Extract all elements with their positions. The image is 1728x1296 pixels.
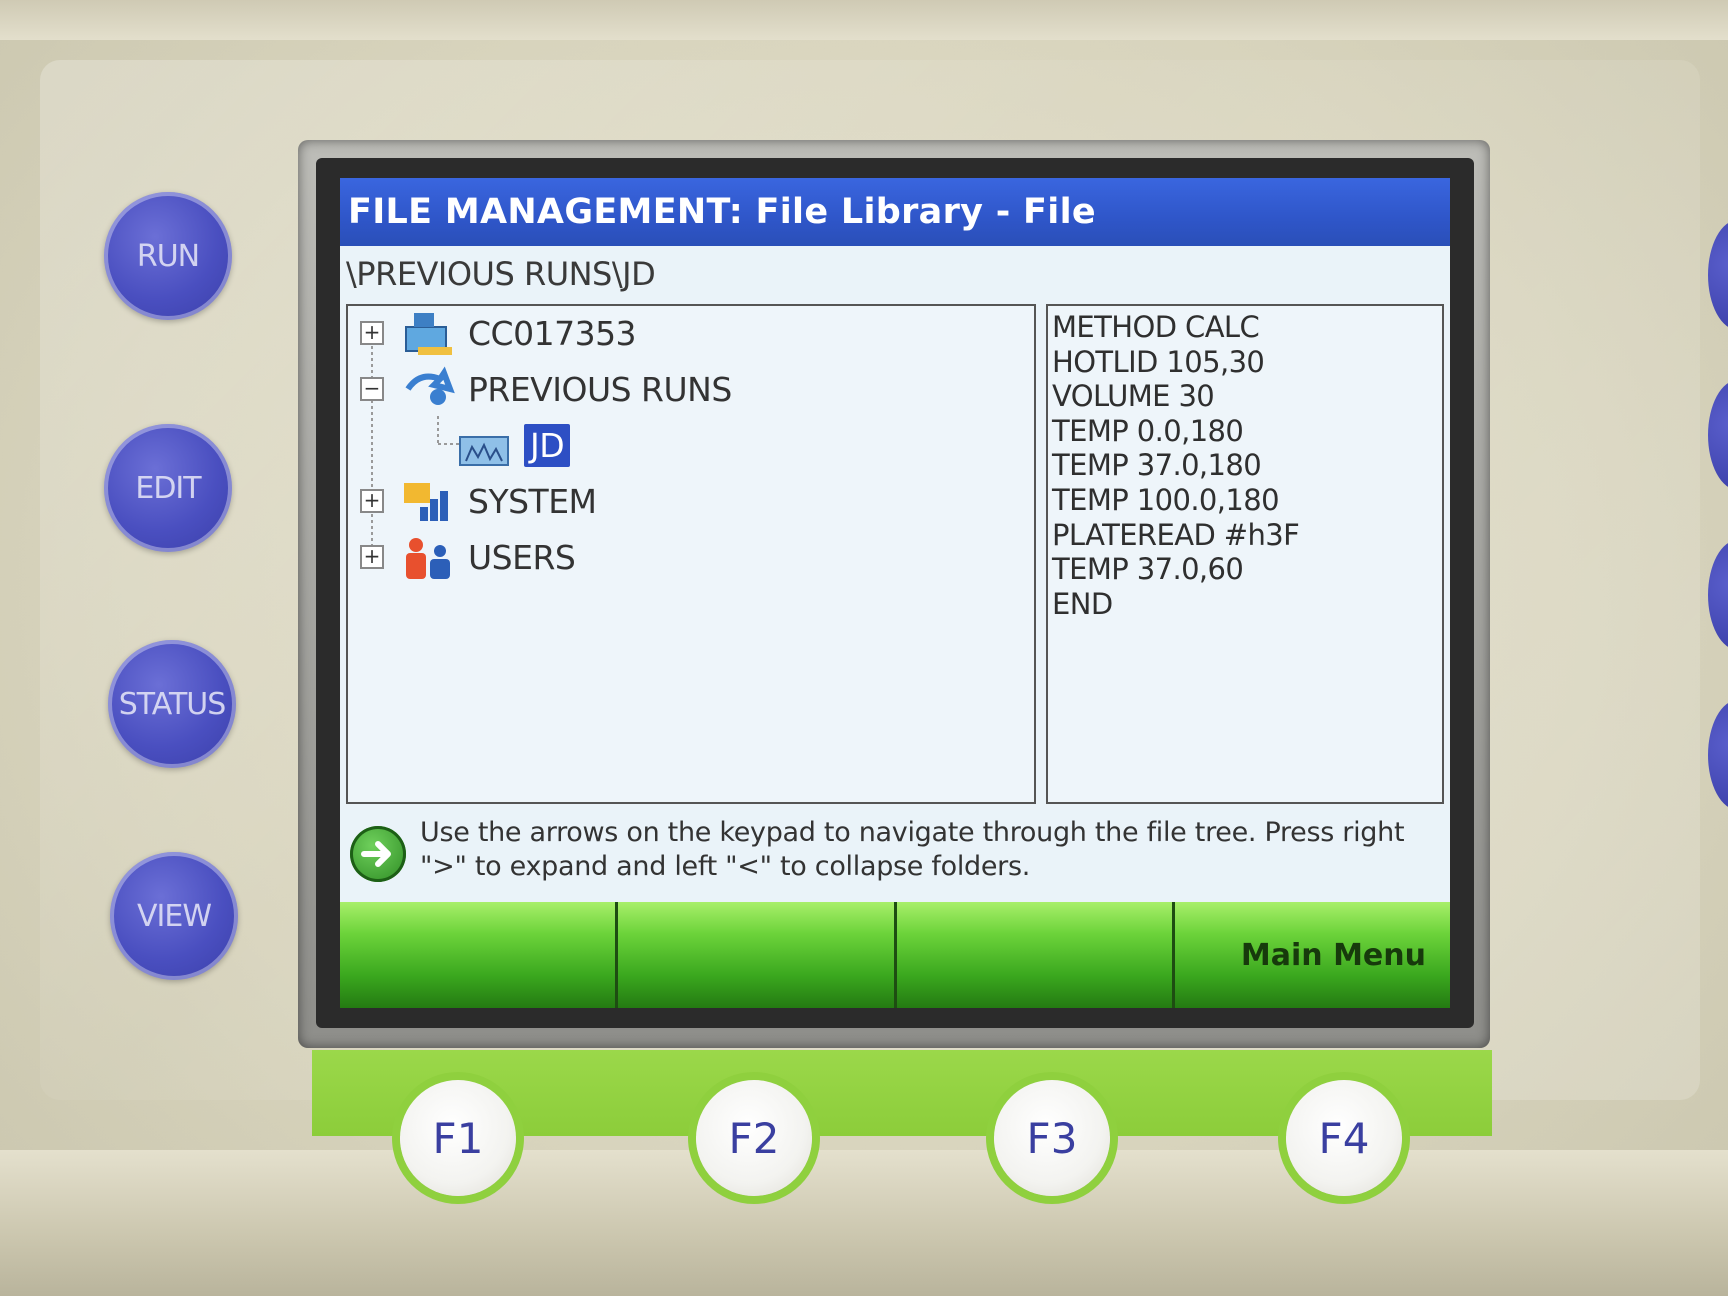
expand-toggle[interactable]: + — [360, 489, 384, 513]
tree-item-users[interactable]: + USERS — [348, 530, 1028, 584]
right-key-1[interactable] — [1708, 220, 1728, 330]
softkey-f3[interactable] — [896, 902, 1175, 1008]
tree-item-label: USERS — [468, 537, 576, 577]
run-key[interactable]: RUN — [104, 192, 232, 320]
edit-key[interactable]: EDIT — [104, 424, 232, 552]
method-line: TEMP 37.0,60 — [1052, 552, 1244, 587]
device-bottom-edge — [0, 1150, 1728, 1296]
history-folder-icon — [400, 365, 458, 413]
tree-item-previous-runs[interactable]: − PREVIOUS RUNS — [348, 362, 1028, 416]
f4-key[interactable]: F4 — [1286, 1080, 1402, 1196]
tree-item-system[interactable]: + SYSTEM — [348, 474, 1028, 528]
method-line: TEMP 37.0,180 — [1052, 448, 1262, 483]
f1-key[interactable]: F1 — [400, 1080, 516, 1196]
edit-key-label: EDIT — [135, 470, 201, 506]
tree-item-jd[interactable]: JD — [456, 418, 1016, 472]
method-line: HOTLID 105,30 — [1052, 344, 1265, 379]
right-key-3[interactable] — [1708, 540, 1728, 650]
current-path: \PREVIOUS RUNS\JD — [346, 255, 656, 293]
softkey-f2[interactable] — [618, 902, 897, 1008]
method-line: END — [1052, 586, 1113, 621]
softkey-main-menu[interactable]: Main Menu — [1174, 902, 1450, 1008]
expand-toggle[interactable]: + — [360, 321, 384, 345]
view-key[interactable]: VIEW — [110, 852, 238, 980]
method-preview-panel: METHOD CALC HOTLID 105,30 VOLUME 30 TEMP… — [1046, 304, 1444, 804]
users-folder-icon — [400, 533, 458, 581]
expand-toggle[interactable]: + — [360, 545, 384, 569]
tree-item-label: SYSTEM — [468, 481, 597, 521]
status-key[interactable]: STATUS — [108, 640, 236, 768]
f2-key[interactable]: F2 — [696, 1080, 812, 1196]
run-key-label: RUN — [136, 238, 200, 274]
status-key-label: STATUS — [118, 686, 227, 722]
tree-item-label: PREVIOUS RUNS — [468, 369, 732, 409]
arrow-right-icon — [350, 826, 406, 882]
method-line: METHOD CALC — [1052, 310, 1260, 344]
lcd-screen: FILE MANAGEMENT: File Library - File \PR… — [340, 178, 1450, 1008]
window-title: FILE MANAGEMENT: File Library - File — [340, 178, 1450, 246]
softkey-bar: Main Menu — [340, 902, 1450, 1008]
tree-item-cc017353[interactable]: + CC017353 — [348, 306, 1028, 360]
user-folder-icon — [456, 421, 514, 469]
softkey-f1[interactable] — [340, 902, 619, 1008]
network-folder-icon — [400, 309, 458, 357]
right-key-4[interactable] — [1708, 700, 1728, 810]
tree-item-label: CC017353 — [468, 313, 637, 353]
f3-key[interactable]: F3 — [994, 1080, 1110, 1196]
tree-item-label: JD — [524, 423, 571, 467]
method-line: VOLUME 30 — [1052, 379, 1215, 414]
system-folder-icon — [400, 477, 458, 525]
view-key-label: VIEW — [137, 898, 212, 934]
help-hint-text: Use the arrows on the keypad to navigate… — [420, 817, 1405, 882]
method-line: TEMP 0.0,180 — [1052, 413, 1244, 448]
collapse-toggle[interactable]: − — [360, 377, 384, 401]
help-hint: Use the arrows on the keypad to navigate… — [340, 808, 1450, 894]
method-line: PLATEREAD #h3F — [1052, 517, 1300, 552]
method-line: TEMP 100.0,180 — [1052, 482, 1280, 517]
file-tree[interactable]: + CC017353 − PREVIOUS RUNS JD + SYSTEM +… — [346, 304, 1036, 804]
right-key-2[interactable] — [1708, 380, 1728, 490]
device-top-edge — [0, 0, 1728, 40]
